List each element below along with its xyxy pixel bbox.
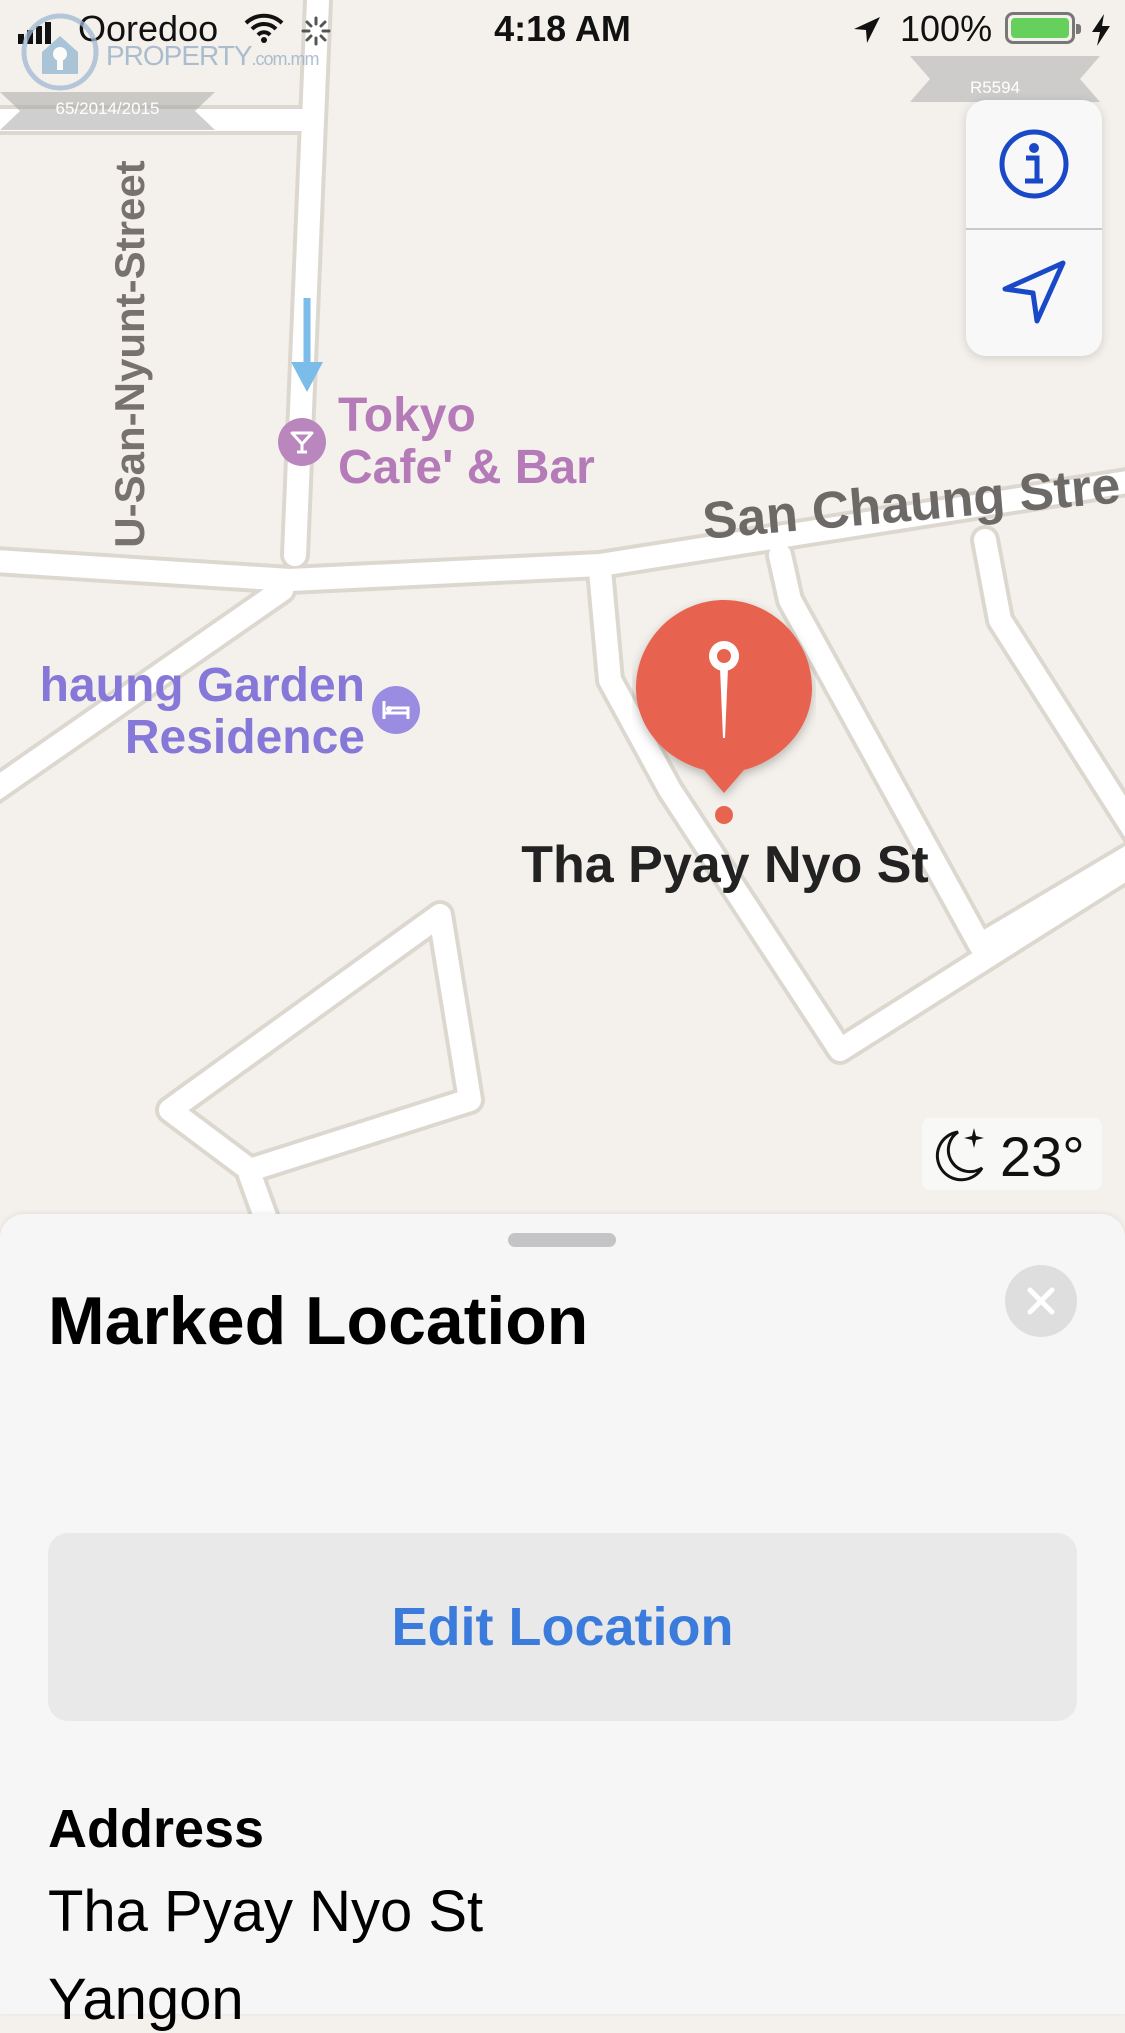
- watermark-logo-icon: [21, 13, 99, 91]
- watermark-ref-ribbon: R5594: [910, 56, 1100, 102]
- poi-name-line1: haung Garden: [39, 659, 365, 712]
- map-roads: [0, 0, 1125, 1230]
- pin-label: Tha Pyay Nyo St: [521, 836, 929, 894]
- street-label-u-san-nyunt: U-San-Nyunt-Street: [106, 160, 153, 548]
- watermark-ref: R5594: [969, 78, 1021, 97]
- address-line-1: Tha Pyay Nyo St: [48, 1879, 484, 1944]
- cocktail-icon[interactable]: [278, 418, 326, 466]
- location-services-icon: [854, 17, 880, 43]
- location-arrow-icon: [1002, 260, 1066, 324]
- watermark-brand-text: PROPERTY: [106, 40, 253, 71]
- poi-garden-residence[interactable]: haung Garden Residence: [0, 660, 365, 764]
- address-line-2: Yangon: [48, 1967, 244, 2032]
- map-controls: [966, 100, 1102, 356]
- poi-name-line2: Cafe' & Bar: [338, 441, 595, 494]
- address-heading: Address: [48, 1799, 265, 1859]
- moon-stars-icon: [935, 1128, 984, 1182]
- watermark-brand: PROPERTY.com.mm: [106, 40, 320, 72]
- battery-icon: [1005, 12, 1081, 44]
- battery-percent: 100%: [900, 8, 993, 49]
- location-sheet: Marked Location Edit Location Address Th…: [0, 1214, 1125, 2032]
- close-icon: [1027, 1287, 1055, 1315]
- poi-tokyo-cafe-bar[interactable]: Tokyo Cafe' & Bar: [338, 390, 595, 494]
- watermark-license-ribbon: 65/2014/2015: [0, 92, 215, 130]
- sheet-grabber[interactable]: [508, 1233, 616, 1247]
- poi-name-line1: Tokyo: [338, 389, 476, 442]
- map-view[interactable]: U-San-Nyunt-Street San Chaung Stre Tokyo…: [0, 0, 1125, 1230]
- marked-location-pin[interactable]: [632, 598, 816, 830]
- edit-location-button[interactable]: Edit Location: [48, 1533, 1077, 1721]
- poi-name-line2: Residence: [124, 711, 365, 764]
- weather-badge: 23°: [922, 1118, 1102, 1190]
- charging-bolt-icon: [1092, 14, 1110, 46]
- close-button[interactable]: [1005, 1265, 1077, 1337]
- sheet-title: Marked Location: [48, 1283, 589, 1359]
- track-location-button[interactable]: [966, 228, 1102, 356]
- bed-icon[interactable]: [372, 686, 420, 734]
- temperature: 23°: [1000, 1125, 1085, 1188]
- watermark-domain: .com.mm: [251, 49, 320, 69]
- watermark-license: 65/2014/2015: [55, 99, 160, 118]
- info-button[interactable]: [966, 100, 1102, 230]
- info-icon: [999, 129, 1069, 199]
